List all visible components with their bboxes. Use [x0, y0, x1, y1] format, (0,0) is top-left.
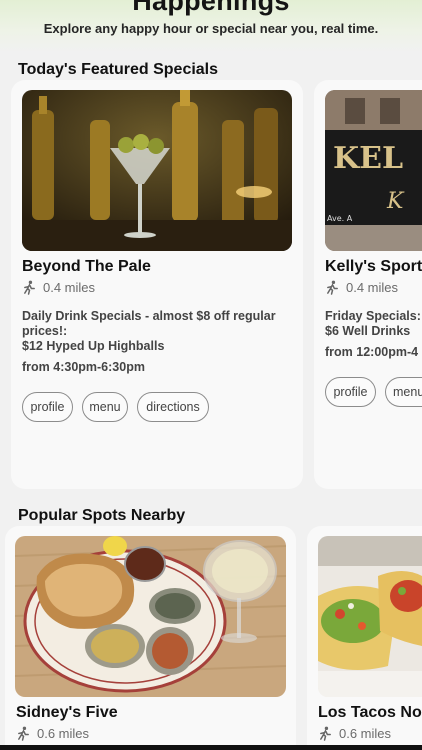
special-description: Friday Specials: $6 Well Drinks	[325, 309, 422, 339]
bottom-edge	[0, 745, 422, 750]
walking-person-icon	[24, 280, 35, 295]
featured-card-beyond-the-pale[interactable]: Beyond The Pale 0.4 miles Daily Drink Sp…	[11, 80, 303, 489]
venue-name[interactable]: Kelly's Sports	[325, 258, 422, 276]
distance-text: 0.6 miles	[339, 726, 392, 741]
description-line: Friday Specials:	[325, 309, 421, 323]
venue-name[interactable]: Sidney's Five	[16, 704, 118, 722]
app-title: Happenings	[132, 0, 290, 16]
popular-card-sidneys-five[interactable]: Sidney's Five 0.6 miles	[5, 526, 296, 750]
description-line: $6 Well Drinks	[325, 324, 411, 338]
tagline: Explore any happy hour or special near y…	[43, 21, 379, 36]
directions-button[interactable]: directions	[137, 392, 209, 422]
special-time: from 4:30pm-6:30pm	[22, 360, 145, 374]
menu-button[interactable]: menu	[82, 392, 128, 422]
venue-photo-oysters[interactable]	[15, 536, 286, 697]
venue-distance: 0.6 miles	[318, 726, 391, 741]
header: Happenings Explore any happy hour or spe…	[0, 0, 422, 52]
venue-photo-martini[interactable]	[22, 90, 292, 251]
svg-text:K: K	[386, 189, 405, 214]
menu-button[interactable]: menu	[385, 377, 422, 407]
distance-text: 0.4 miles	[43, 280, 96, 295]
venue-photo-kellys-sign[interactable]: KEL K Ave. A	[325, 90, 422, 251]
walking-person-icon	[327, 280, 338, 295]
popular-card-los-tacos[interactable]: Los Tacos No. 0.6 miles	[307, 526, 422, 750]
popular-section-title: Popular Spots Nearby	[18, 507, 186, 524]
special-description: Daily Drink Specials - almost $8 off reg…	[22, 309, 298, 354]
sign-text: KEL	[333, 141, 403, 176]
description-line: prices!:	[22, 324, 68, 338]
distance-text: 0.6 miles	[37, 726, 90, 741]
venue-distance: 0.4 miles	[22, 280, 95, 295]
description-line: $12 Hyped Up Highballs	[22, 339, 165, 353]
special-time: from 12:00pm-4	[325, 345, 419, 359]
featured-card-kellys-sports[interactable]: KEL K Ave. A Kelly's Sports 0.4 miles Fr…	[314, 80, 422, 489]
venue-distance: 0.6 miles	[16, 726, 89, 741]
street-sign-text: Ave. A	[327, 214, 353, 223]
venue-photo-tacos[interactable]	[318, 536, 422, 697]
venue-name[interactable]: Los Tacos No.	[318, 704, 422, 722]
venue-name[interactable]: Beyond The Pale	[22, 258, 151, 276]
profile-button[interactable]: profile	[325, 377, 376, 407]
walking-person-icon	[18, 726, 29, 741]
distance-text: 0.4 miles	[346, 280, 399, 295]
walking-person-icon	[320, 726, 331, 741]
featured-section-title: Today's Featured Specials	[18, 61, 219, 78]
profile-button[interactable]: profile	[22, 392, 73, 422]
venue-distance: 0.4 miles	[325, 280, 398, 295]
description-line: Daily Drink Specials - almost $8 off reg…	[22, 309, 276, 323]
